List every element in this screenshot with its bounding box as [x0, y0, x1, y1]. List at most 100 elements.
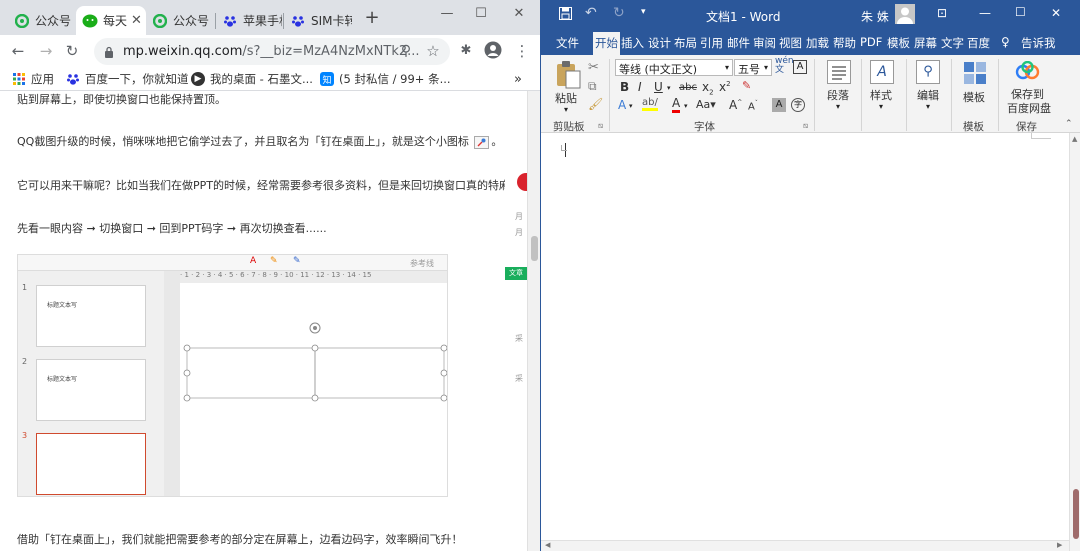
maximize-icon[interactable]: ☐ — [466, 4, 496, 24]
paragraph-button[interactable]: 段落 — [827, 87, 849, 103]
tab-insert[interactable]: 插入 — [621, 35, 644, 51]
phonetic-guide-icon[interactable]: wén 文 — [775, 57, 794, 75]
editing-button[interactable]: 编辑 — [917, 87, 939, 103]
copy-icon[interactable]: ⧉ — [588, 79, 597, 94]
scroll-up-icon[interactable]: ▲ — [1072, 135, 1077, 143]
tab-template[interactable]: 模板 — [887, 35, 910, 51]
browser-tab-active[interactable]: 每天 ✕ — [76, 6, 146, 35]
styles-icon[interactable]: A — [870, 60, 894, 84]
superscript-icon[interactable]: x2 — [719, 80, 731, 94]
forward-icon[interactable]: → — [36, 41, 56, 61]
menu-icon[interactable]: ⋮ — [512, 41, 532, 61]
extensions-icon[interactable]: ✱ — [456, 41, 476, 61]
editing-dropdown-icon[interactable]: ▾ — [926, 102, 930, 111]
user-name[interactable]: 朱 姝 — [861, 8, 889, 25]
font-color-icon[interactable]: A — [672, 97, 681, 113]
tab-design[interactable]: 设计 — [648, 35, 671, 51]
article-badge[interactable]: 文章 — [505, 267, 527, 280]
tab-baidu[interactable]: 百度 — [967, 35, 990, 51]
highlight-color-icon[interactable]: ab/ — [642, 97, 658, 111]
tab-pdf[interactable]: PDF — [860, 35, 882, 49]
reload-icon[interactable]: ↻ — [62, 41, 82, 61]
format-painter-icon[interactable]: 🖌 — [588, 97, 603, 111]
bookmark-zhihu[interactable]: 知 (5 封私信 / 99+ 条... — [320, 70, 451, 88]
star-icon[interactable]: ☆ — [423, 41, 443, 61]
browser-tab[interactable]: 公众号 — [146, 6, 214, 35]
profile-icon[interactable] — [483, 41, 503, 61]
tab-addins[interactable]: 加载 — [806, 35, 829, 51]
underline-dropdown-icon[interactable]: ▾ — [667, 84, 671, 92]
scroll-right-icon[interactable]: ▶ — [1057, 541, 1062, 549]
document-area[interactable] — [541, 133, 1080, 541]
font-name-select[interactable]: 等线 (中文正文) ▾ — [615, 59, 733, 76]
customize-qat-icon[interactable]: ▾ — [641, 7, 646, 17]
undo-icon[interactable]: ↶ — [585, 5, 597, 21]
dialog-launcher-icon[interactable]: ⧅ — [803, 121, 808, 131]
ribbon-display-icon[interactable]: ⊡ — [937, 6, 947, 20]
bookmarks-more[interactable]: » — [514, 70, 522, 88]
bookmark-shimo[interactable]: ▶ 我的桌面 - 石墨文... — [191, 70, 313, 88]
browser-tab[interactable]: 公众号 — [8, 6, 74, 35]
tab-layout[interactable]: 布局 — [674, 35, 697, 51]
paste-button[interactable]: 粘贴 — [555, 90, 577, 106]
clear-formatting-icon[interactable]: ✎ — [742, 79, 751, 92]
tab-references[interactable]: 引用 — [700, 35, 723, 51]
scrollbar-thumb[interactable] — [531, 236, 538, 261]
styles-button[interactable]: 样式 — [870, 87, 892, 103]
close-icon[interactable]: ✕ — [504, 4, 534, 24]
tell-me-search[interactable]: 告诉我 — [1021, 35, 1056, 51]
baidu-netdisk-icon[interactable] — [1015, 60, 1041, 81]
grow-font-icon[interactable]: A^ — [729, 98, 742, 112]
tab-file[interactable]: 文件 — [556, 35, 579, 51]
styles-dropdown-icon[interactable]: ▾ — [879, 102, 883, 111]
paste-dropdown-icon[interactable]: ▾ — [564, 105, 568, 114]
document-horizontal-scrollbar[interactable]: ◀ ▶ — [541, 540, 1069, 551]
save-to-netdisk-button-line2[interactable]: 百度网盘 — [1007, 100, 1051, 116]
close-icon[interactable]: ✕ — [1051, 6, 1061, 20]
browser-tab[interactable]: SIM卡转 — [284, 6, 352, 35]
strikethrough-icon[interactable]: abc — [679, 82, 697, 93]
bookmark-apps[interactable]: 应用 — [12, 70, 54, 88]
browser-tab[interactable]: 苹果手机 — [216, 6, 282, 35]
tab-help[interactable]: 帮助 — [833, 35, 856, 51]
tab-text[interactable]: 文字 — [941, 35, 964, 51]
character-shading-icon[interactable]: A — [772, 98, 786, 112]
tab-mailings[interactable]: 邮件 — [727, 35, 750, 51]
maximize-icon[interactable]: ☐ — [1015, 5, 1026, 19]
editing-icon[interactable]: ⚲ — [916, 60, 940, 84]
back-icon[interactable]: ← — [8, 41, 28, 61]
document-vertical-scrollbar[interactable]: ▲ — [1069, 133, 1080, 551]
change-case-icon[interactable]: Aa▾ — [696, 98, 716, 111]
shrink-font-icon[interactable]: Aˇ — [748, 100, 758, 112]
zoom-icon[interactable]: ⚲ — [396, 41, 416, 61]
save-icon[interactable] — [559, 7, 572, 23]
text-effects-icon[interactable]: A — [618, 98, 626, 112]
minimize-icon[interactable]: — — [979, 6, 991, 20]
page-scrollbar[interactable] — [527, 91, 540, 551]
collapse-ribbon-icon[interactable]: ⌃ — [1065, 119, 1073, 129]
underline-icon[interactable]: U — [654, 80, 663, 94]
paragraph-dropdown-icon[interactable]: ▾ — [836, 102, 840, 111]
user-avatar[interactable] — [895, 4, 915, 24]
scrollbar-thumb[interactable] — [1073, 489, 1079, 539]
character-border-icon[interactable]: A — [793, 60, 807, 74]
template-button[interactable]: 模板 — [963, 89, 985, 105]
font-size-select[interactable]: 五号 ▾ — [734, 59, 772, 76]
bold-icon[interactable]: B — [620, 80, 629, 94]
paragraph-icon[interactable] — [827, 60, 851, 84]
font-color-dropdown-icon[interactable]: ▾ — [684, 102, 688, 110]
redo-icon[interactable]: ↻ — [613, 5, 625, 21]
tab-screen[interactable]: 屏幕 — [914, 35, 937, 51]
scroll-left-icon[interactable]: ◀ — [545, 541, 550, 549]
text-effects-dropdown-icon[interactable]: ▾ — [629, 102, 633, 110]
bookmark-baidu[interactable]: 百度一下，你就知道 — [66, 70, 189, 88]
italic-icon[interactable]: I — [638, 80, 642, 94]
new-tab-button[interactable]: + — [362, 9, 382, 29]
tab-view[interactable]: 视图 — [779, 35, 802, 51]
template-icon[interactable] — [962, 60, 988, 86]
cut-icon[interactable]: ✂ — [588, 60, 599, 75]
tab-review[interactable]: 审阅 — [753, 35, 776, 51]
paste-icon[interactable] — [555, 60, 581, 90]
subscript-icon[interactable]: x2 — [702, 80, 714, 96]
enclose-characters-icon[interactable]: 字 — [791, 98, 805, 112]
